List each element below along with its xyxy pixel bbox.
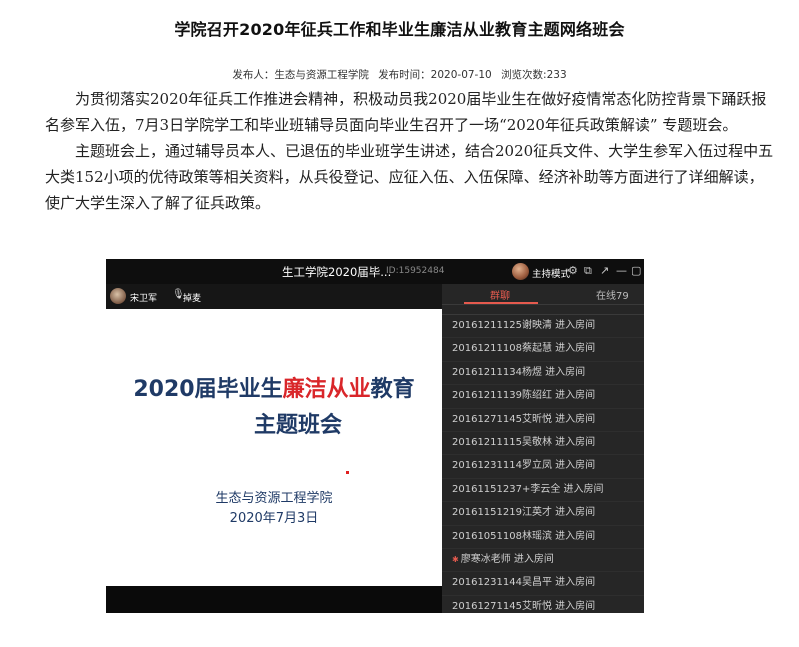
list-item: 20161271145艾昕悦 进入房间 <box>442 596 644 613</box>
active-tab-indicator <box>464 302 538 304</box>
minimize-icon: — <box>616 264 627 277</box>
list-item: 20161211115吴敬林 进入房间 <box>442 432 644 456</box>
list-item: 20161211108蔡起慧 进入房间 <box>442 338 644 362</box>
speaker-avatar <box>110 288 126 304</box>
article-title: 学院召开2020年征兵工作和毕业生廉洁从业教育主题网络班会 <box>174 20 625 39</box>
slide-date: 2020年7月3日 <box>229 511 319 526</box>
popout-icon: ⧉ <box>584 264 592 277</box>
paragraph-1: 为贯彻落实2020年征兵工作推进会精神，积极动员我2020届毕业生在做好疫情常态… <box>45 90 767 134</box>
chat-panel: 群聊 在线79 20161211125谢映清 进入房间 20161211108蔡… <box>442 284 644 613</box>
slide-organization: 生态与资源工程学院 <box>215 491 333 506</box>
paragraph-2: 主题班会上，通过辅导员本人、已退伍的毕业班学生讲述，结合2020征兵文件、大学生… <box>45 142 774 212</box>
drop-mic-label: 掉麦 <box>183 294 202 304</box>
livestream-screenshot: 生工学院2020届毕... ID:15952484 主持模式 ⚙ ⧉ ↗ — ▢… <box>106 259 644 613</box>
chat-tabs: 群聊 在线79 <box>442 284 644 305</box>
article-body: 为贯彻落实2020年征兵工作推进会精神，积极动员我2020届毕业生在做好疫情常态… <box>45 86 775 216</box>
publish-time: 发布时间：2020-07-10 <box>378 69 492 81</box>
list-item: 20161211134杨煜 进入房间 <box>442 362 644 386</box>
slide-title-highlight: 廉洁从业 <box>282 377 371 402</box>
swap-icon: ↗ <box>600 264 610 277</box>
tab-group-chat[interactable]: 群聊 <box>490 287 510 302</box>
view-count: 浏览次数:233 <box>501 69 567 81</box>
tab-online[interactable]: 在线79 <box>596 287 629 302</box>
list-item: 20161211139陈绍红 进入房间 <box>442 385 644 409</box>
list-item: 20161271145艾昕悦 进入房间 <box>442 409 644 432</box>
article-meta: 发布人：生态与资源工程学院 发布时间：2020-07-10 浏览次数:233 <box>0 67 799 82</box>
chat-messages: 20161211125谢映清 进入房间 20161211108蔡起慧 进入房间 … <box>442 306 644 613</box>
list-item: 20161151219江英才 进入房间 <box>442 502 644 526</box>
slide-title-line1: 2020届毕业生廉洁从业教育 <box>106 371 442 403</box>
list-item: 20161231114罗立凤 进入房间 <box>442 455 644 479</box>
speaker-bar: 宋卫军 🎙 掉麦 <box>106 284 442 309</box>
stream-title: 生工学院2020届毕... <box>282 265 392 279</box>
laser-pointer-dot <box>346 471 349 474</box>
chat-list-top <box>442 306 644 315</box>
list-item: 20161231144吴昌平 进入房间 <box>442 572 644 596</box>
video-bottom-bar <box>106 586 442 613</box>
list-item: 20161051108林瑶滨 进入房间 <box>442 526 644 549</box>
list-item-teacher: ✱ 廖寒冰老师 进入房间 <box>442 549 644 573</box>
list-item: 20161151237+李云全 进入房间 <box>442 479 644 503</box>
slide-title-part2: 教育 <box>370 377 415 402</box>
host-avatar <box>512 263 529 280</box>
list-item-text: 廖寒冰老师 进入房间 <box>460 553 554 565</box>
maximize-icon: ▢ <box>631 264 642 277</box>
slide-title-part1: 2020届毕业生 <box>133 377 283 402</box>
teacher-badge-icon: ✱ <box>452 554 459 564</box>
host-mode-label: 主持模式 <box>532 269 571 280</box>
presentation-slide: 2020届毕业生廉洁从业教育 主题班会 生态与资源工程学院 2020年7月3日 <box>106 309 442 586</box>
room-id: ID:15952484 <box>386 266 445 276</box>
stream-topbar: 生工学院2020届毕... ID:15952484 主持模式 ⚙ ⧉ ↗ — ▢ <box>106 259 644 284</box>
publisher: 发布人：生态与资源工程学院 <box>232 69 369 81</box>
slide-title-line2: 主题班会 <box>253 413 342 438</box>
list-item: 20161211125谢映清 进入房间 <box>442 315 644 339</box>
settings-icon: ⚙ <box>568 264 578 277</box>
speaker-name: 宋卫军 <box>130 294 158 304</box>
